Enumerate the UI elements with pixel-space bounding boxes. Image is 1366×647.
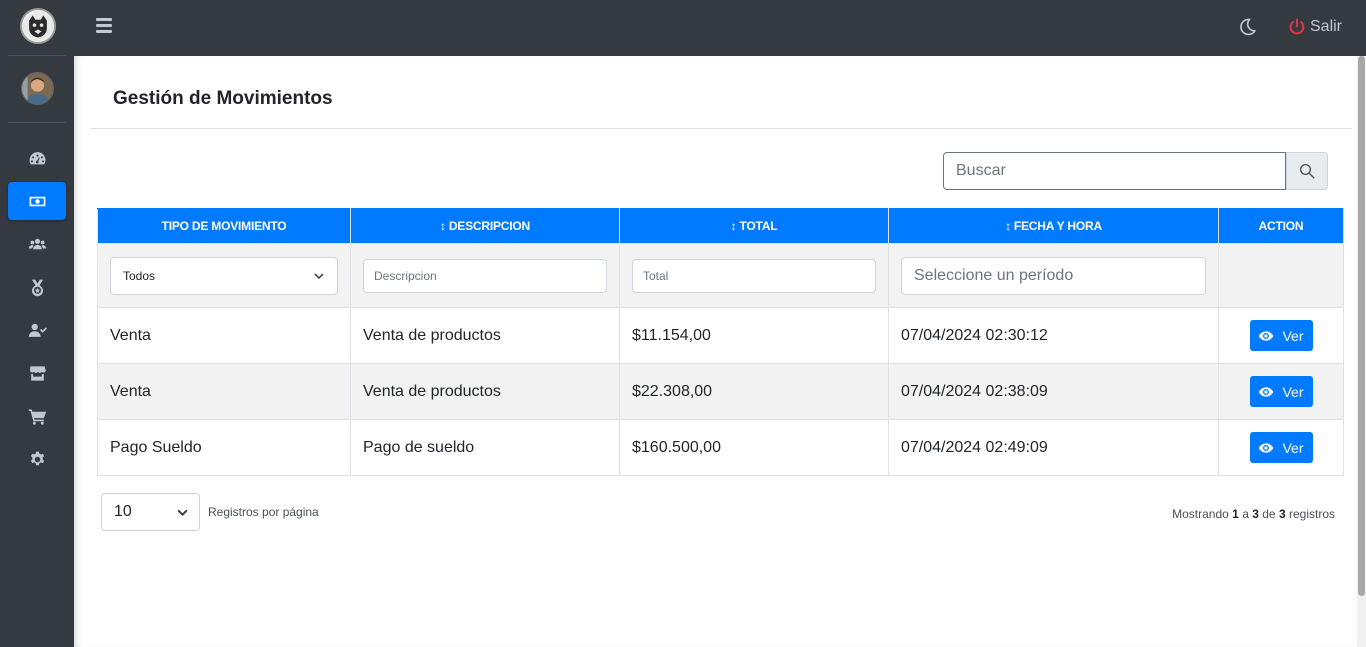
- cell-descripcion: Pago de sueldo: [350, 419, 620, 476]
- sidebar-item-user-check[interactable]: [8, 311, 66, 349]
- sidebar-item-medal[interactable]: [8, 268, 66, 306]
- cell-tipo: Venta: [97, 363, 351, 420]
- sidebar-divider: [8, 122, 66, 123]
- sidebar-item-cart[interactable]: [8, 397, 66, 435]
- panther-logo[interactable]: [20, 8, 56, 44]
- per-page-select[interactable]: 10: [101, 493, 200, 531]
- chevron-down-icon: [314, 272, 324, 279]
- sidebar-divider: [8, 55, 66, 56]
- sort-icon: ↕: [730, 219, 737, 233]
- sidebar-item-dashboard[interactable]: [8, 139, 66, 177]
- cell-tipo: Venta: [97, 307, 351, 364]
- cell-total: $22.308,00: [619, 363, 889, 420]
- main-content: Gestión de Movimientos TIPO DE MOVIMIENT…: [74, 56, 1357, 647]
- ver-label: Ver: [1282, 383, 1304, 400]
- moon-icon[interactable]: [1237, 17, 1257, 37]
- tipo-filter-value: Todos: [123, 268, 156, 283]
- total-filter-input[interactable]: [632, 258, 876, 293]
- date-range-input[interactable]: [901, 256, 1206, 295]
- sort-icon: ↕: [1005, 219, 1011, 233]
- hamburger-icon[interactable]: [96, 18, 112, 34]
- ver-label: Ver: [1282, 327, 1304, 344]
- table-row: Venta Venta de productos $11.154,00 07/0…: [97, 307, 1344, 364]
- page-title: Gestión de Movimientos: [113, 88, 333, 109]
- user-avatar[interactable]: [21, 72, 54, 105]
- column-header-descripcion[interactable]: ↕ DESCRIPCION: [350, 208, 620, 244]
- sidebar-item-movimientos[interactable]: [8, 182, 66, 220]
- ver-button[interactable]: Ver: [1249, 320, 1313, 351]
- eye-icon: [1259, 330, 1274, 341]
- per-page-label: Registros por página: [208, 505, 319, 519]
- cell-descripcion: Venta de productos: [350, 363, 620, 420]
- top-navbar: Salir: [74, 0, 1366, 56]
- cell-tipo: Pago Sueldo: [97, 419, 351, 476]
- money-bill-icon: [29, 196, 45, 206]
- table-row: Venta Venta de productos $22.308,00 07/0…: [97, 363, 1344, 420]
- column-header-tipo[interactable]: TIPO DE MOVIMIENTO: [97, 208, 351, 244]
- eye-icon: [1259, 386, 1274, 397]
- pagination-info: Mostrando 1 a 3 de 3 registros: [1172, 507, 1335, 521]
- cell-descripcion: Venta de productos: [350, 307, 620, 364]
- search-icon: [1299, 163, 1315, 179]
- per-page-value: 10: [114, 503, 132, 520]
- users-icon: [28, 238, 46, 249]
- medal-icon: [31, 279, 43, 296]
- dashboard-icon: [29, 151, 45, 164]
- scrollbar-thumb[interactable]: [1358, 56, 1365, 596]
- column-header-action: ACTION: [1218, 208, 1344, 244]
- title-divider: [90, 128, 1352, 129]
- gear-icon: [30, 451, 44, 465]
- search-button[interactable]: [1286, 152, 1328, 190]
- user-check-icon: [28, 323, 47, 337]
- column-header-total[interactable]: ↕ TOTAL: [619, 208, 889, 244]
- search-input[interactable]: [943, 152, 1286, 190]
- filter-row: Todos: [97, 243, 1344, 308]
- sidebar-item-store[interactable]: [8, 354, 66, 392]
- sidebar-item-users[interactable]: [8, 225, 66, 263]
- movements-table: TIPO DE MOVIMIENTO ↕ DESCRIPCION ↕ TOTAL ↕…: [97, 208, 1344, 476]
- sidebar: [0, 0, 74, 647]
- chevron-down-icon: [177, 509, 188, 516]
- cell-fecha: 07/04/2024 02:30:12: [888, 307, 1219, 364]
- logout-label: Salir: [1310, 18, 1343, 35]
- cell-total: $160.500,00: [619, 419, 889, 476]
- sidebar-item-settings[interactable]: [8, 440, 66, 478]
- eye-icon: [1259, 442, 1274, 453]
- cell-fecha: 07/04/2024 02:38:09: [888, 363, 1219, 420]
- vertical-scrollbar[interactable]: [1357, 56, 1366, 647]
- table-row: Pago Sueldo Pago de sueldo $160.500,00 0…: [97, 419, 1344, 476]
- cell-fecha: 07/04/2024 02:49:09: [888, 419, 1219, 476]
- ver-button[interactable]: Ver: [1249, 432, 1313, 463]
- cart-icon: [28, 408, 46, 425]
- column-header-fecha[interactable]: ↕ FECHA Y HORA: [888, 208, 1219, 244]
- ver-label: Ver: [1282, 439, 1304, 456]
- logout-button[interactable]: Salir: [1288, 16, 1342, 38]
- descripcion-filter-input[interactable]: [363, 258, 607, 293]
- sort-icon: ↕: [440, 219, 446, 233]
- store-icon: [29, 365, 46, 381]
- ver-button[interactable]: Ver: [1249, 376, 1313, 407]
- power-icon: [1289, 18, 1305, 35]
- cell-total: $11.154,00: [619, 307, 889, 364]
- tipo-filter-select[interactable]: Todos: [110, 256, 338, 295]
